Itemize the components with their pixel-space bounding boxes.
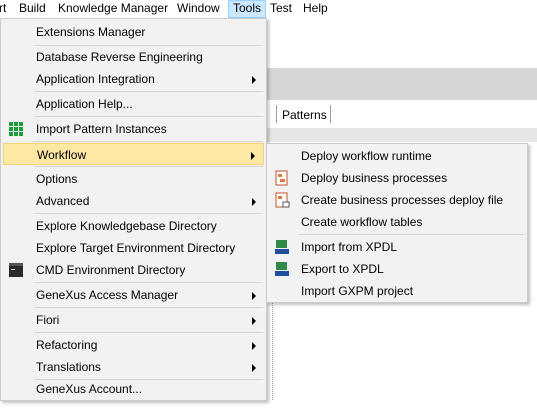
menu-separator: [34, 166, 263, 167]
menu-tools[interactable]: Tools: [228, 0, 266, 18]
menu-build[interactable]: Build: [15, 0, 50, 18]
menu-item-label: Import GXPM project: [301, 284, 414, 298]
menu-separator: [34, 332, 263, 333]
chevron-right-icon: [252, 364, 256, 372]
menu-item-label: Deploy business processes: [301, 171, 448, 185]
menu-partial[interactable]: rt: [0, 0, 10, 18]
menu-bar: rt Build Knowledge Manager Window Tools …: [0, 0, 537, 18]
menu-separator: [34, 282, 263, 283]
tab-patterns[interactable]: Patterns: [282, 108, 327, 122]
menu-item-label: Application Help...: [36, 97, 133, 111]
menu-item-explore-target-environment-directory[interactable]: Explore Target Environment Directory: [3, 237, 264, 259]
menu-help[interactable]: Help: [299, 0, 332, 18]
tab-separator: [330, 105, 331, 123]
menu-item-import-from-xpdl[interactable]: Import from XPDL: [269, 236, 525, 258]
menu-item-label: GeneXus Access Manager: [36, 288, 179, 302]
menu-item-label: Create business processes deploy file: [301, 193, 504, 207]
menu-item-explore-knowledgebase-directory[interactable]: Explore Knowledgebase Directory: [3, 215, 264, 237]
menu-separator: [34, 213, 263, 214]
menu-item-workflow[interactable]: Workflow: [3, 143, 264, 165]
menu-item-label: Database Reverse Engineering: [36, 50, 203, 64]
menu-separator: [299, 234, 524, 235]
menu-item-database-reverse-engineering[interactable]: Database Reverse Engineering: [3, 46, 264, 68]
menu-item-genexus-account[interactable]: GeneXus Account...: [3, 378, 264, 400]
menu-item-label: Deploy workflow runtime: [301, 149, 432, 163]
menu-item-translations[interactable]: Translations: [3, 356, 264, 378]
menu-item-deploy-workflow-runtime[interactable]: Deploy workflow runtime: [269, 145, 525, 167]
menu-item-create-business-processes-deploy-file[interactable]: Create business processes deploy file: [269, 189, 525, 211]
terminal-icon: [9, 263, 23, 277]
tools-menu: Extensions Manager Database Reverse Engi…: [0, 18, 267, 401]
deploy-file-icon: [275, 192, 290, 208]
menu-separator: [34, 91, 263, 92]
menu-item-import-pattern-instances[interactable]: Import Pattern Instances: [3, 118, 264, 140]
app-window: Patterns rt Build Knowledge Manager Wind…: [0, 0, 537, 411]
menu-item-label: Export to XPDL: [301, 262, 384, 276]
menu-item-options[interactable]: Options: [3, 168, 264, 190]
menu-test[interactable]: Test: [266, 0, 296, 18]
xpdl-import-icon: [275, 240, 289, 254]
grid-icon: [9, 122, 23, 136]
menu-item-label: CMD Environment Directory: [36, 263, 186, 277]
menu-item-label: Advanced: [36, 194, 90, 208]
menu-item-label: Explore Knowledgebase Directory: [36, 219, 217, 233]
chevron-right-icon: [251, 152, 255, 160]
chevron-right-icon: [252, 76, 256, 84]
menu-item-label: Import from XPDL: [301, 240, 398, 254]
toolbar-panel: [267, 68, 537, 100]
menu-item-label: Import Pattern Instances: [36, 122, 167, 136]
tree-guide-line: [272, 300, 273, 400]
menu-item-label: GeneXus Account...: [36, 382, 143, 396]
menu-item-application-integration[interactable]: Application Integration: [3, 68, 264, 90]
menu-knowledge-manager[interactable]: Knowledge Manager: [54, 0, 172, 18]
menu-separator: [34, 307, 263, 308]
chevron-right-icon: [252, 198, 256, 206]
menu-item-label: Extensions Manager: [36, 25, 146, 39]
menu-item-label: Workflow: [37, 148, 87, 162]
menu-item-cmd-environment-directory[interactable]: CMD Environment Directory: [3, 259, 264, 281]
menu-item-import-gxpm-project[interactable]: Import GXPM project: [269, 280, 525, 302]
chevron-right-icon: [252, 317, 256, 325]
menu-item-genexus-access-manager[interactable]: GeneXus Access Manager: [3, 284, 264, 306]
menu-item-application-help[interactable]: Application Help...: [3, 93, 264, 115]
menu-item-deploy-business-processes[interactable]: Deploy business processes: [269, 167, 525, 189]
menu-separator: [34, 116, 263, 117]
menu-item-fiori[interactable]: Fiori: [3, 309, 264, 331]
chevron-right-icon: [252, 292, 256, 300]
menu-item-extensions-manager[interactable]: Extensions Manager: [3, 21, 264, 43]
menu-item-advanced[interactable]: Advanced: [3, 190, 264, 212]
menu-separator: [34, 141, 263, 142]
menu-item-label: Application Integration: [36, 72, 155, 86]
xpdl-export-icon: [275, 262, 289, 276]
menu-item-export-to-xpdl[interactable]: Export to XPDL: [269, 258, 525, 280]
menu-window[interactable]: Window: [173, 0, 224, 18]
menu-item-label: Create workflow tables: [301, 215, 423, 229]
menu-item-label: Translations: [36, 360, 101, 374]
deploy-process-icon: [275, 170, 288, 186]
workflow-submenu: Deploy workflow runtime Deploy business …: [266, 143, 528, 303]
chevron-right-icon: [252, 342, 256, 350]
panel-header: [267, 128, 537, 142]
menu-item-refactoring[interactable]: Refactoring: [3, 334, 264, 356]
menu-item-label: Refactoring: [36, 338, 98, 352]
menu-item-create-workflow-tables[interactable]: Create workflow tables: [269, 211, 525, 233]
menu-item-label: Explore Target Environment Directory: [36, 241, 236, 255]
tab-separator: [276, 105, 277, 123]
menu-item-label: Options: [36, 172, 78, 186]
menu-item-label: Fiori: [36, 313, 60, 327]
